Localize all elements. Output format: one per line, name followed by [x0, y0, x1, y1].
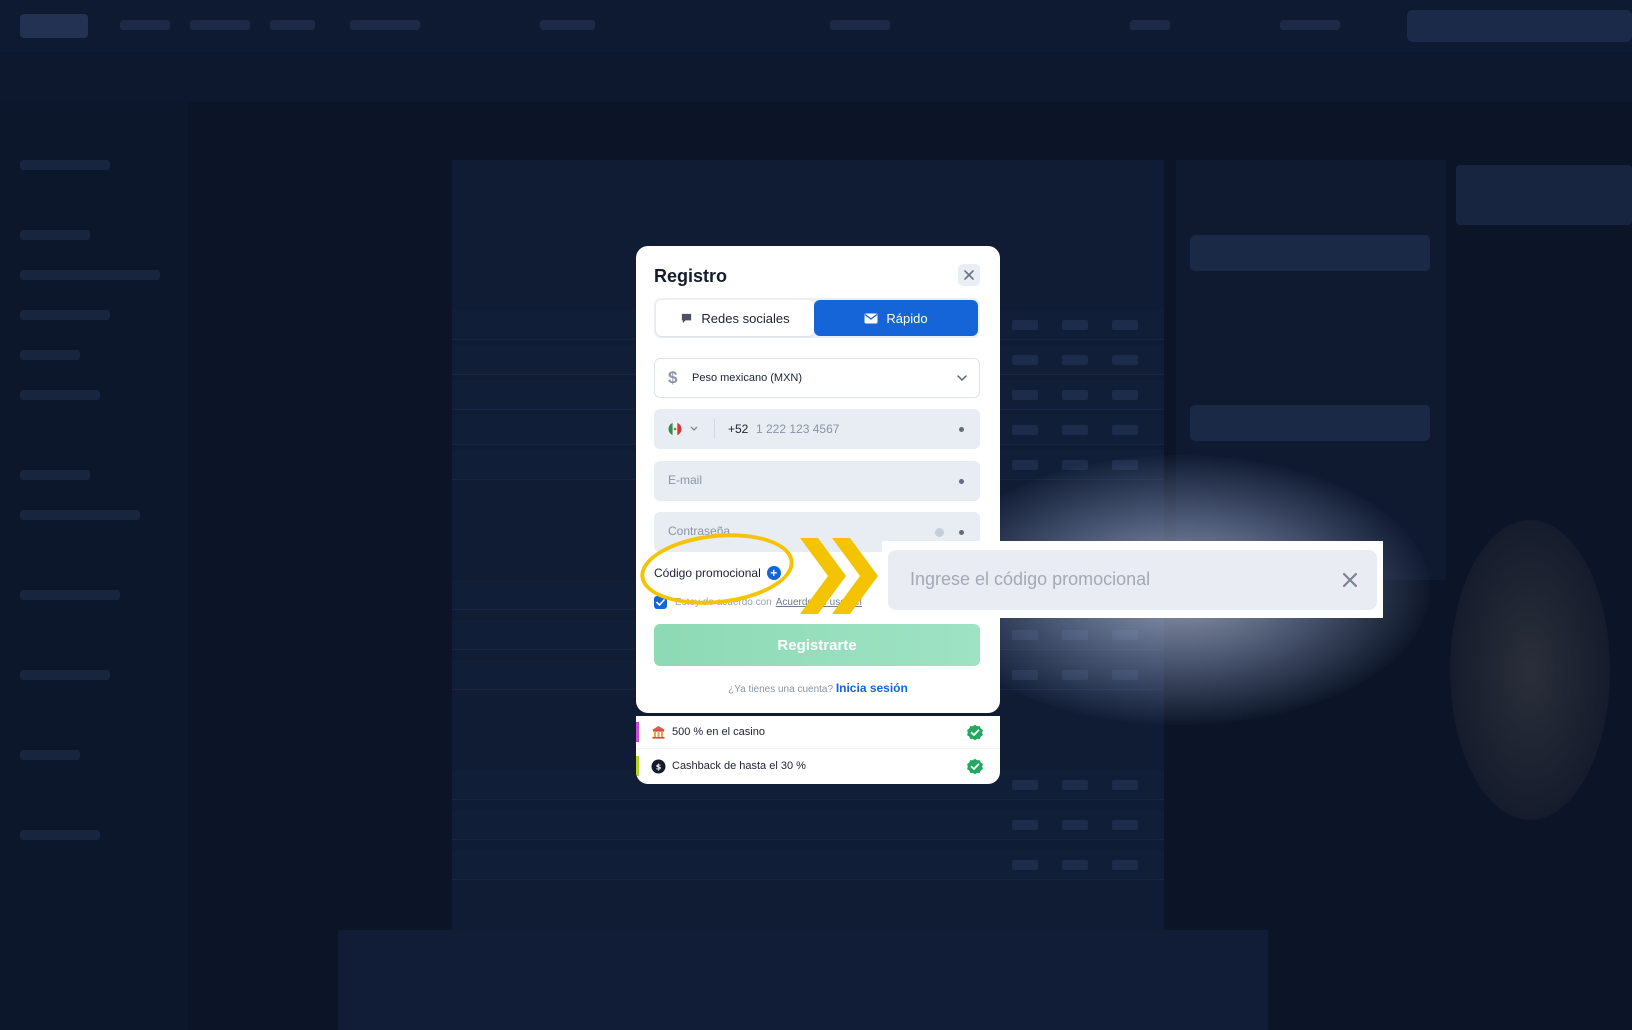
background-sidebar-item [20, 670, 110, 680]
login-prompt-text: ¿Ya tienes una cuenta? [728, 684, 834, 695]
chevron-down-icon [690, 426, 698, 431]
email-placeholder: E-mail [668, 473, 703, 487]
promo-code-callout: Ingrese el código promocional [882, 541, 1383, 618]
background-promo-image [1450, 520, 1610, 820]
bonus-cashback-text: Cashback de hasta el 30 % [672, 760, 806, 772]
background-nav-item [270, 20, 315, 30]
background-header-button [1407, 10, 1632, 42]
double-chevron-arrow-icon [800, 538, 878, 614]
registration-modal: Registro Redes sociales Rápido $ Peso me… [636, 246, 1000, 713]
required-indicator [959, 530, 964, 535]
background-sidebar-item [20, 310, 110, 320]
background-sidebar-item [20, 590, 120, 600]
background-nav-item [1280, 20, 1340, 30]
background-sidebar-item [20, 160, 110, 170]
check-badge-icon [967, 724, 983, 741]
chat-bubble-icon [682, 313, 692, 323]
background-subheader [0, 52, 1632, 102]
currency-select[interactable]: $ Peso mexicano (MXN) [654, 358, 980, 398]
background-sidebar-item [20, 830, 100, 840]
bonus-option-cashback[interactable]: $ Cashback de hasta el 30 % [636, 750, 1000, 783]
phone-field[interactable]: +52 1 222 123 4567 [654, 409, 980, 449]
background-sidebar-item [20, 230, 90, 240]
close-button[interactable] [958, 264, 980, 286]
screenshot-stage: Registro Redes sociales Rápido $ Peso me… [0, 0, 1632, 1030]
envelope-icon [864, 313, 878, 323]
background-event-row [452, 850, 1164, 880]
background-event-row [452, 810, 1164, 840]
bonus-accent-bar [636, 756, 639, 776]
currency-value: Peso mexicano (MXN) [692, 372, 803, 384]
cashback-icon: $ [650, 758, 666, 774]
tab-fast[interactable]: Rápido [814, 300, 978, 336]
background-sidebar-item [20, 270, 160, 280]
dollar-icon: $ [668, 368, 678, 387]
background-bottom-table [338, 930, 1268, 1030]
close-icon[interactable] [1340, 570, 1360, 590]
login-prompt: ¿Ya tienes una cuenta? Inicia sesión [636, 681, 1000, 695]
background-league-list [196, 102, 436, 932]
phone-country-code: +52 [728, 422, 749, 436]
background-nav-item [190, 20, 250, 30]
background-nav-item [1130, 20, 1170, 30]
chevron-down-icon [957, 375, 967, 382]
email-field[interactable]: E-mail [654, 461, 980, 501]
registration-tabs: Redes sociales Rápido [654, 298, 980, 338]
background-nav-item [830, 20, 890, 30]
register-button[interactable]: Registrarte [654, 624, 980, 666]
svg-text:$: $ [655, 762, 661, 771]
background-betslip-box [1190, 235, 1430, 271]
background-nav-item [540, 20, 595, 30]
promo-code-placeholder: Ingrese el código promocional [910, 569, 1151, 589]
background-sidebar-item [20, 750, 80, 760]
check-icon [656, 599, 665, 606]
background-sidebar [0, 102, 188, 1030]
background-betslip-box [1190, 405, 1430, 441]
tab-social-networks[interactable]: Redes sociales [656, 300, 814, 336]
phone-divider [714, 419, 715, 439]
required-indicator [959, 427, 964, 432]
tab-fast-label: Rápido [886, 310, 928, 326]
phone-placeholder: 1 222 123 4567 [756, 422, 840, 436]
background-sidebar-item [20, 470, 90, 480]
casino-icon [650, 724, 666, 740]
tab-social-label: Redes sociales [701, 310, 790, 326]
mexico-flag-icon [668, 422, 682, 436]
background-logo [20, 14, 88, 38]
close-icon [964, 270, 974, 280]
eye-icon[interactable] [935, 528, 944, 537]
background-nav-item [120, 20, 170, 30]
background-banner [1456, 165, 1632, 225]
modal-title: Registro [654, 266, 728, 286]
background-sidebar-item [20, 390, 100, 400]
country-select[interactable] [668, 421, 702, 437]
bonus-list: 500 % en el casino $ Cashback de hasta e… [636, 716, 1000, 784]
background-sidebar-item [20, 350, 80, 360]
bonus-option-casino[interactable]: 500 % en el casino [636, 716, 1000, 749]
promo-code-input[interactable]: Ingrese el código promocional [888, 550, 1377, 610]
bonus-casino-text: 500 % en el casino [672, 726, 765, 738]
background-sidebar-item [20, 510, 140, 520]
required-indicator [959, 479, 964, 484]
background-nav-item [350, 20, 420, 30]
login-link[interactable]: Inicia sesión [836, 681, 908, 695]
bonus-accent-bar [636, 722, 639, 742]
check-badge-icon [967, 758, 983, 775]
